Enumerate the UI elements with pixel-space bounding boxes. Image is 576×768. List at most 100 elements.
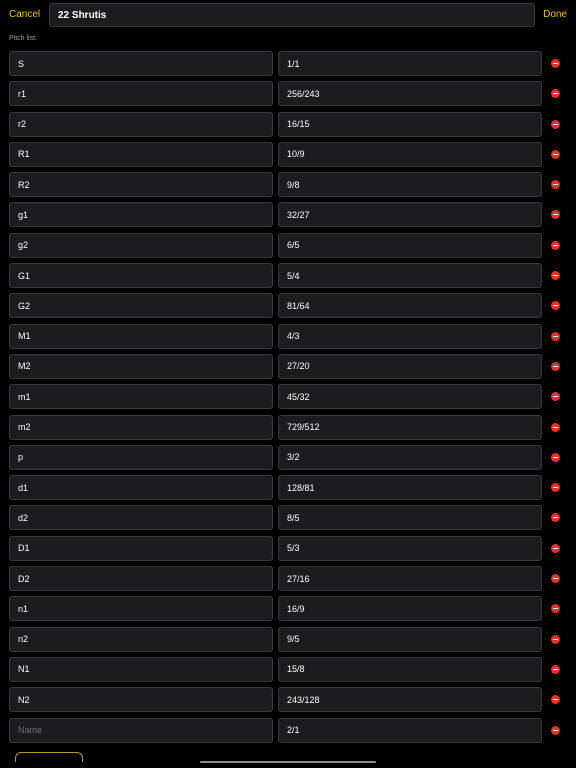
pitch-ratio-field[interactable] xyxy=(278,111,542,137)
pitch-ratio-field[interactable] xyxy=(278,353,542,379)
pitch-ratio-field[interactable] xyxy=(278,141,542,167)
pitch-name-field[interactable] xyxy=(9,172,273,198)
pitch-row xyxy=(0,505,576,535)
pitch-name-field[interactable] xyxy=(9,51,273,76)
pitch-name-field[interactable] xyxy=(9,505,273,531)
pitch-row xyxy=(0,444,576,475)
done-button[interactable]: Done xyxy=(543,9,567,20)
pitch-name-field[interactable] xyxy=(9,202,273,228)
pitch-row xyxy=(0,353,576,384)
remove-pitch-icon[interactable] xyxy=(551,452,560,462)
pitch-name-field[interactable] xyxy=(9,323,273,349)
pitch-name-field[interactable] xyxy=(9,141,273,167)
remove-pitch-icon[interactable] xyxy=(551,634,560,644)
pitch-ratio-field[interactable] xyxy=(278,444,542,470)
pitch-name-field[interactable] xyxy=(9,656,273,682)
pitch-row xyxy=(0,414,576,445)
remove-pitch-icon[interactable] xyxy=(551,301,560,311)
pitch-row xyxy=(0,51,576,81)
pitch-ratio-field[interactable] xyxy=(278,323,542,349)
pitch-row xyxy=(0,566,576,596)
pitch-ratio-field[interactable] xyxy=(278,232,542,258)
pitch-ratio-field[interactable] xyxy=(278,293,542,319)
pitch-ratio-field[interactable] xyxy=(278,172,542,198)
pitch-ratio-field[interactable] xyxy=(278,566,542,592)
remove-pitch-icon[interactable] xyxy=(551,59,560,68)
pitch-name-field[interactable] xyxy=(9,626,273,652)
pitch-name-field[interactable] xyxy=(9,566,273,592)
remove-pitch-icon[interactable] xyxy=(551,240,560,250)
pitch-name-field[interactable] xyxy=(9,81,273,107)
remove-pitch-icon[interactable] xyxy=(551,695,560,705)
pitch-ratio-field[interactable] xyxy=(278,51,542,76)
pitch-name-field[interactable] xyxy=(9,717,273,743)
remove-pitch-icon[interactable] xyxy=(551,513,560,523)
pitch-name-field[interactable] xyxy=(9,384,273,410)
remove-pitch-icon[interactable] xyxy=(551,331,560,341)
pitch-list xyxy=(0,51,576,748)
pitch-row xyxy=(0,323,576,354)
remove-pitch-icon[interactable] xyxy=(551,180,560,190)
pitch-ratio-field[interactable] xyxy=(278,626,542,652)
pitch-ratio-field[interactable] xyxy=(278,475,542,501)
pitch-row xyxy=(0,111,576,142)
remove-pitch-icon[interactable] xyxy=(551,483,560,493)
remove-pitch-icon[interactable] xyxy=(551,361,560,371)
pitch-ratio-field[interactable] xyxy=(278,81,542,107)
remove-pitch-icon[interactable] xyxy=(551,149,560,159)
pitch-row xyxy=(0,656,576,687)
remove-pitch-icon[interactable] xyxy=(551,271,560,281)
pitch-list-label: Pitch list: xyxy=(9,35,38,42)
pitch-row xyxy=(0,384,576,414)
pitch-row xyxy=(0,475,576,505)
home-indicator xyxy=(200,761,376,763)
pitch-name-field[interactable] xyxy=(9,475,273,501)
pitch-ratio-field[interactable] xyxy=(278,414,542,440)
remove-pitch-icon[interactable] xyxy=(551,725,560,735)
pitch-name-field[interactable] xyxy=(9,687,273,713)
pitch-row xyxy=(0,535,576,566)
remove-pitch-icon[interactable] xyxy=(551,543,560,553)
pitch-row xyxy=(0,202,576,232)
pitch-name-field[interactable] xyxy=(9,111,273,137)
pitch-name-field[interactable] xyxy=(9,293,273,319)
pitch-row xyxy=(0,141,576,172)
pitch-row xyxy=(0,293,576,323)
pitch-ratio-field[interactable] xyxy=(278,384,542,410)
pitch-name-field[interactable] xyxy=(9,232,273,258)
pitch-ratio-field[interactable] xyxy=(278,717,542,743)
pitch-ratio-field[interactable] xyxy=(278,535,542,561)
pitch-row xyxy=(0,232,576,263)
remove-pitch-icon[interactable] xyxy=(551,89,560,99)
pitch-name-field[interactable] xyxy=(9,414,273,440)
pitch-row xyxy=(0,687,576,717)
pitch-row xyxy=(0,596,576,626)
pitch-row xyxy=(0,717,576,748)
pitch-ratio-field[interactable] xyxy=(278,687,542,713)
pitch-row xyxy=(0,81,576,111)
cancel-button[interactable]: Cancel xyxy=(9,9,40,20)
pitch-name-field[interactable] xyxy=(9,444,273,470)
pitch-name-field[interactable] xyxy=(9,596,273,622)
remove-pitch-icon[interactable] xyxy=(551,119,560,129)
pitch-ratio-field[interactable] xyxy=(278,505,542,531)
title-field[interactable] xyxy=(49,3,535,27)
remove-pitch-icon[interactable] xyxy=(551,422,560,432)
pitch-row xyxy=(0,263,576,293)
pitch-ratio-field[interactable] xyxy=(278,202,542,228)
remove-pitch-icon[interactable] xyxy=(551,604,560,614)
remove-pitch-icon[interactable] xyxy=(551,210,560,220)
pitch-row xyxy=(0,172,576,202)
pitch-ratio-field[interactable] xyxy=(278,656,542,682)
pitch-name-field[interactable] xyxy=(9,535,273,561)
pitch-name-field[interactable] xyxy=(9,263,273,289)
add-pitch-button[interactable] xyxy=(15,752,83,762)
remove-pitch-icon[interactable] xyxy=(551,574,560,584)
pitch-ratio-field[interactable] xyxy=(278,596,542,622)
remove-pitch-icon[interactable] xyxy=(551,392,560,402)
remove-pitch-icon[interactable] xyxy=(551,664,560,674)
top-bar: Cancel Done xyxy=(0,0,576,32)
pitch-ratio-field[interactable] xyxy=(278,263,542,289)
pitch-row xyxy=(0,626,576,657)
pitch-name-field[interactable] xyxy=(9,353,273,379)
